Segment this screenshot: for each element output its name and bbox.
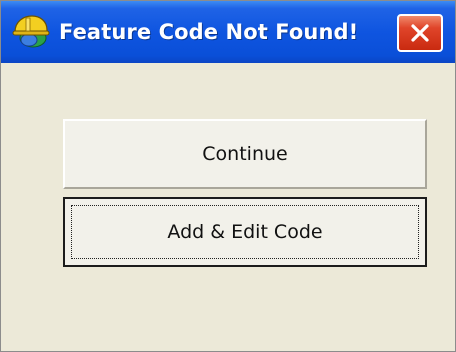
title-bar: Feature Code Not Found! (1, 1, 455, 63)
add-edit-code-label: Add & Edit Code (71, 205, 419, 259)
feature-code-dialog: Feature Code Not Found! Continue Add & E… (0, 0, 456, 352)
close-button[interactable] (397, 14, 443, 52)
continue-button[interactable]: Continue (63, 119, 427, 189)
surveyor-hardhat-icon (12, 15, 50, 48)
close-icon (411, 24, 429, 42)
add-edit-code-button[interactable]: Add & Edit Code (63, 197, 427, 267)
dialog-title: Feature Code Not Found! (59, 20, 359, 44)
